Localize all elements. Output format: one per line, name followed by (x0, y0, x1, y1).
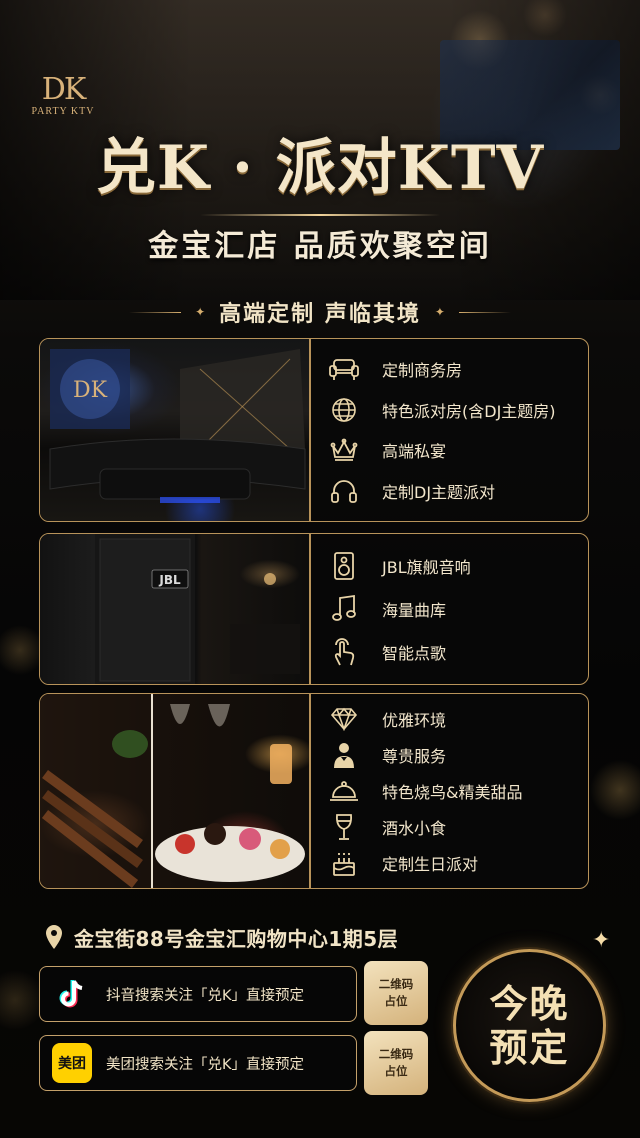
meituan-booking-cta[interactable]: 美团 美团搜索关注「兑K」直接预定 (39, 1035, 357, 1091)
feature-item: 特色派对房(含DJ主题房) (328, 393, 578, 427)
brand-logo: DK PARTY KTV (28, 74, 98, 128)
birthday-cake-icon (328, 848, 360, 878)
feature-label: 尊贵服务 (382, 747, 447, 766)
book-tonight-badge[interactable]: 今晚 预定 (453, 949, 606, 1102)
touch-hand-icon (328, 637, 360, 667)
feature-list: 定制商务房 特色派对房(含DJ主题房) 高端私宴 定制DJ主题派对 (328, 339, 578, 521)
feature-item: 高端私宴 (328, 433, 578, 467)
jbl-speaker-photo: JBL (40, 534, 309, 684)
brand-logo-mark: DK (41, 72, 86, 107)
panel-divider (309, 339, 311, 521)
heading-rule-right (458, 311, 511, 313)
wine-glass-icon (328, 812, 360, 842)
jbl-logo: JBL (158, 573, 181, 587)
section-heading: ✦ 高端定制 声临其境 ✦ (0, 292, 640, 332)
feature-item: 海量曲库 (328, 592, 578, 626)
feature-item: 酒水小食 (328, 810, 578, 844)
headphones-icon (328, 476, 360, 506)
panel-divider (309, 534, 311, 684)
feature-item: 特色烧鸟&精美甜品 (328, 774, 578, 808)
luxury-ktv-room-photo: DK (40, 339, 309, 521)
crown-icon (328, 435, 360, 465)
feature-label: JBL旗舰音响 (382, 558, 471, 577)
feature-item: 定制商务房 (328, 352, 578, 386)
qr-code-placeholder-meituan: 二维码 占位 (364, 1031, 428, 1095)
qr-code-placeholder-douyin: 二维码 占位 (364, 961, 428, 1025)
food-and-drinks-photo (40, 694, 309, 888)
feature-panel-rooms: DK 定制商务房 特色派对房(含DJ主题房) 高端私宴 定制DJ主题派对 (39, 338, 589, 522)
feature-label: 定制生日派对 (382, 855, 479, 874)
qr-placeholder-line1: 二维码 (378, 1047, 414, 1061)
feature-item: 定制DJ主题派对 (328, 474, 578, 508)
feature-item: 定制生日派对 (328, 846, 578, 880)
book-badge-line1: 今晚 (489, 980, 570, 1026)
cloche-icon (328, 776, 360, 806)
tiktok-icon (52, 974, 92, 1014)
ornament-icon: ✦ (434, 305, 445, 319)
feature-item: JBL旗舰音响 (328, 549, 578, 583)
feature-list: JBL旗舰音响 海量曲库 智能点歌 (328, 534, 578, 684)
svg-text:DK: DK (73, 378, 108, 403)
globe-icon (328, 395, 360, 425)
heading-rule-left (129, 311, 182, 313)
poster-subtitle: 金宝汇店 品质欢聚空间 (148, 229, 492, 264)
qr-placeholder-line2: 占位 (384, 1064, 408, 1078)
feature-item: 智能点歌 (328, 635, 578, 669)
feature-label: 酒水小食 (382, 819, 447, 838)
meituan-icon: 美团 (52, 1043, 92, 1083)
feature-label: 优雅环境 (382, 711, 447, 730)
title-underline (200, 214, 440, 216)
section-title: 高端定制 声临其境 (219, 302, 421, 327)
sofa-icon (328, 354, 360, 384)
douyin-cta-text: 抖音搜索关注「兑K」直接预定 (106, 987, 305, 1004)
feature-list: 优雅环境 尊贵服务 特色烧鸟&精美甜品 酒水小食 定制生日派对 (328, 694, 578, 888)
brand-logo-sub: PARTY KTV (31, 106, 95, 117)
diamond-icon (328, 704, 360, 734)
feature-panel-service: 优雅环境 尊贵服务 特色烧鸟&精美甜品 酒水小食 定制生日派对 (39, 693, 589, 889)
panel-divider (309, 694, 311, 888)
address-row: 金宝街88号金宝汇购物中心1期5层 (44, 920, 398, 954)
douyin-booking-cta[interactable]: 抖音搜索关注「兑K」直接预定 (39, 966, 357, 1022)
feature-label: 特色派对房(含DJ主题房) (382, 401, 556, 421)
feature-label: 高端私宴 (382, 442, 447, 462)
location-pin-icon (44, 924, 64, 950)
feature-item: 尊贵服务 (328, 738, 578, 772)
address-text: 金宝街88号金宝汇购物中心1期5层 (74, 926, 399, 951)
book-badge-line2: 预定 (489, 1024, 570, 1070)
ornament-icon: ✦ (195, 305, 206, 319)
feature-label: 智能点歌 (382, 644, 447, 663)
poster-title: 兑K · 派对KTV (95, 133, 545, 203)
meituan-cta-text: 美团搜索关注「兑K」直接预定 (106, 1056, 305, 1073)
music-note-icon (328, 594, 360, 624)
butler-icon (328, 740, 360, 770)
feature-label: 定制DJ主题派对 (382, 483, 496, 503)
qr-placeholder-line2: 占位 (384, 994, 408, 1008)
feature-label: 海量曲库 (382, 601, 447, 620)
feature-panel-audio: JBL JBL旗舰音响 海量曲库 智能点歌 (39, 533, 589, 685)
feature-label: 定制商务房 (382, 360, 463, 380)
qr-placeholder-line1: 二维码 (378, 977, 414, 991)
sparkle-icon: ✦ (592, 928, 611, 953)
feature-label: 特色烧鸟&精美甜品 (382, 783, 523, 802)
speaker-icon (328, 551, 360, 581)
feature-item: 优雅环境 (328, 702, 578, 736)
